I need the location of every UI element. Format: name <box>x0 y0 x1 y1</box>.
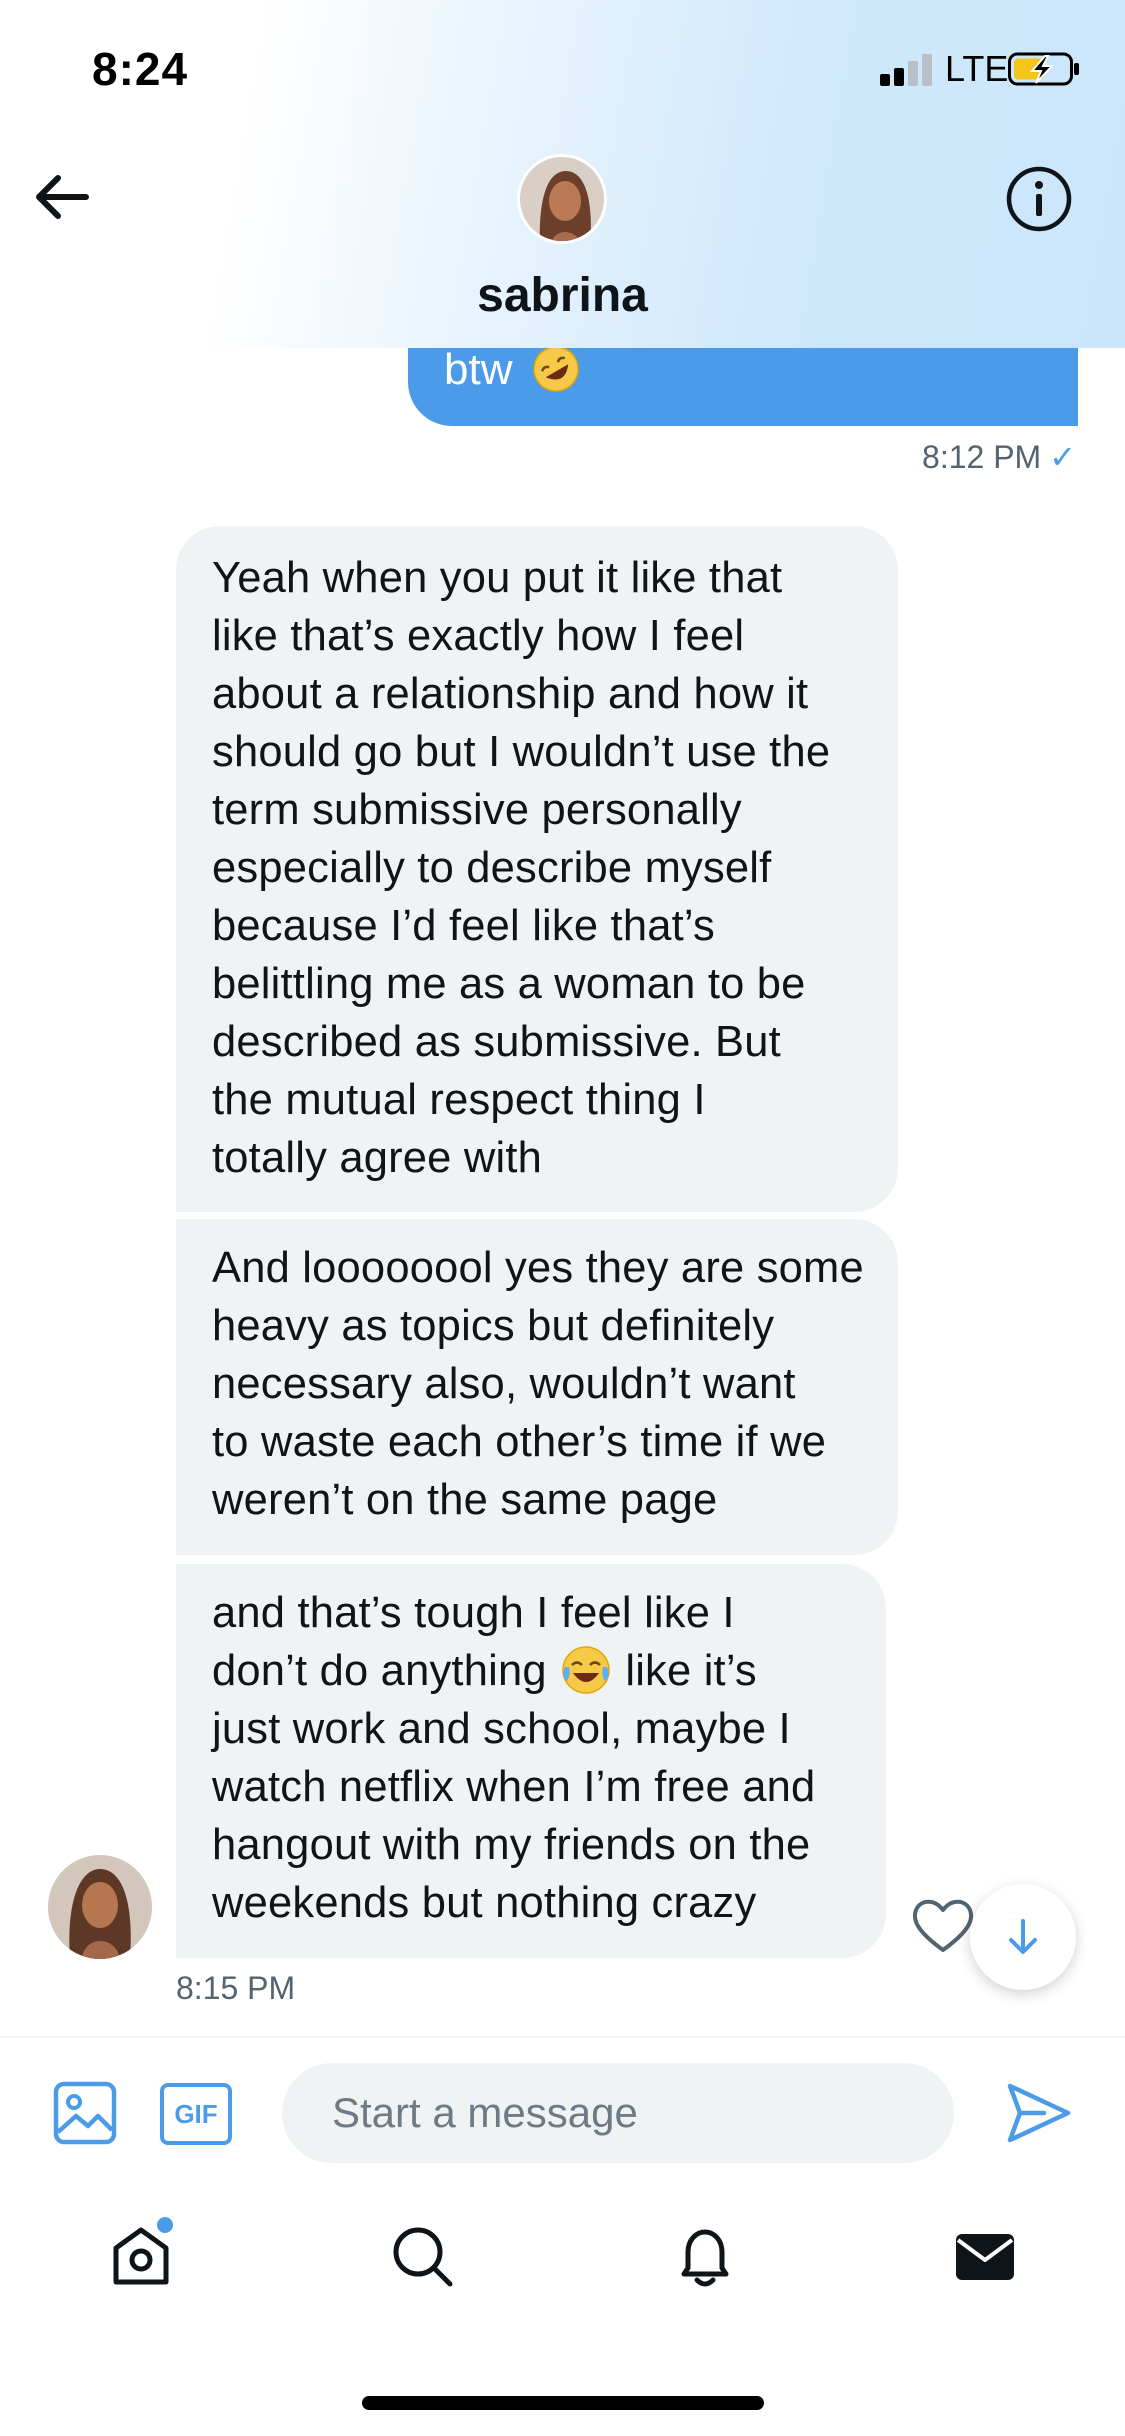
received-message-bubble[interactable]: Yeah when you put it like that like that… <box>176 526 898 1212</box>
status-time: 8:24 <box>92 43 189 95</box>
sent-message-meta: 8:12 PM ✓ <box>0 438 1076 476</box>
home-indicator <box>362 2396 764 2410</box>
signal-icon <box>880 52 934 86</box>
contact-avatar[interactable] <box>517 154 607 244</box>
info-icon[interactable] <box>1004 164 1074 234</box>
message-input[interactable] <box>282 2063 954 2163</box>
sent-time: 8:12 PM <box>922 439 1042 475</box>
message-line: like it’s <box>613 1647 757 1695</box>
scroll-to-bottom-button[interactable] <box>970 1884 1076 1990</box>
back-arrow-icon[interactable] <box>30 165 94 229</box>
received-time: 8:15 PM <box>176 1970 296 2006</box>
messages-icon[interactable] <box>950 2222 1020 2292</box>
read-check-icon: ✓ <box>1049 439 1076 475</box>
network-label: LTE <box>945 48 1009 89</box>
gif-button[interactable]: GIF <box>160 2083 232 2145</box>
heart-plus-icon[interactable] <box>908 1890 978 1960</box>
message-line: don’t do anything <box>212 1647 560 1695</box>
tears-of-joy-emoji-icon <box>562 1646 610 1694</box>
contact-name: sabrina <box>477 269 648 322</box>
arrow-down-icon <box>1009 1919 1037 1954</box>
message-line: just work and school, maybe I watch netf… <box>212 1705 816 1927</box>
conversation-header: 8:24 LTE sabrina <box>0 0 1125 348</box>
composer-divider <box>0 2036 1125 2038</box>
received-message-bubble[interactable]: and that’s tough I feel like I don’t do … <box>176 1564 886 1958</box>
notifications-icon[interactable] <box>670 2222 740 2292</box>
search-icon[interactable] <box>388 2222 458 2292</box>
received-message-bubble[interactable]: And loooooool yes they are some heavy as… <box>176 1219 898 1555</box>
message-line: and that’s tough I feel like I <box>212 1589 735 1637</box>
image-icon[interactable] <box>52 2080 118 2146</box>
new-notification-dot <box>157 2217 173 2233</box>
sender-avatar[interactable] <box>48 1855 152 1959</box>
sent-message-text: btw <box>444 345 513 394</box>
send-icon[interactable] <box>1004 2080 1074 2146</box>
battery-charging-icon <box>1008 52 1079 86</box>
rolling-laughing-emoji-icon <box>532 346 579 392</box>
